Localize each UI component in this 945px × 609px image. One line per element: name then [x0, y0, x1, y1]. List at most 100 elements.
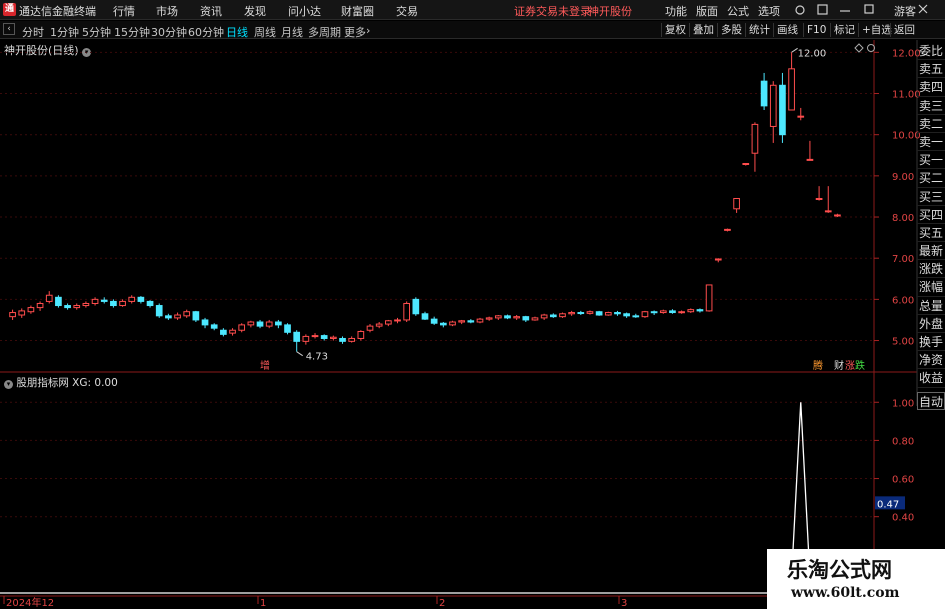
- quote-field-8[interactable]: 买三: [917, 188, 945, 206]
- price-axis-label: 5.00: [892, 337, 914, 348]
- candle-body: [192, 311, 200, 321]
- candle-body: [73, 305, 81, 309]
- quote-field-1[interactable]: 卖五: [917, 60, 945, 79]
- quote-field-10[interactable]: 买五: [917, 224, 945, 243]
- candle-body: [549, 314, 557, 318]
- quote-field-11[interactable]: 最新: [917, 242, 945, 261]
- quote-field-3[interactable]: 卖三: [917, 97, 945, 115]
- candle-body: [522, 316, 530, 321]
- quote-field-16[interactable]: 换手: [917, 333, 945, 352]
- candle-body: [348, 337, 356, 342]
- diamond-icon: [854, 43, 864, 53]
- event-mark-1: 财: [834, 359, 844, 372]
- candle-body: [210, 324, 218, 329]
- candle-body: [220, 329, 227, 335]
- candle-body: [100, 299, 108, 302]
- candle-body: [320, 335, 328, 339]
- candle-body: [265, 321, 273, 327]
- candle-body: [36, 302, 44, 309]
- price-axis-label: 9.00: [892, 172, 914, 183]
- candle-body: [696, 309, 704, 312]
- candle-body: [311, 335, 319, 338]
- candle-body: [9, 312, 16, 318]
- quote-field-18[interactable]: 收益: [917, 369, 945, 388]
- candle-body: [623, 313, 630, 317]
- ind-axis-label: 1.00: [892, 398, 914, 409]
- candle-body: [779, 84, 786, 136]
- candle-body: [742, 163, 750, 166]
- quote-field-17[interactable]: 净资: [917, 351, 945, 370]
- candle-body: [275, 321, 282, 326]
- candle-body: [824, 210, 832, 213]
- candle-body: [247, 321, 255, 326]
- quote-field-4[interactable]: 卖二: [917, 115, 945, 133]
- watermark-title: 乐淘公式网: [787, 557, 892, 582]
- candle-body: [467, 320, 475, 323]
- event-mark-0: 腾: [813, 359, 823, 372]
- quote-field-2[interactable]: 卖四: [917, 78, 945, 97]
- candle-body: [604, 312, 612, 316]
- time-axis-label: 1: [260, 598, 266, 609]
- candle-body: [531, 317, 539, 321]
- candle-body: [577, 312, 585, 315]
- xg-signal-line: [0, 402, 874, 594]
- candle-body: [504, 315, 511, 319]
- candle-body: [128, 296, 136, 302]
- quote-field-0[interactable]: 委比: [917, 42, 945, 61]
- candle-body: [650, 311, 658, 314]
- candle-body: [330, 336, 337, 339]
- candle-body: [110, 300, 117, 307]
- candle-body: [155, 305, 163, 317]
- candle-body: [494, 315, 502, 319]
- indicator-label[interactable]: ▾ 股朋指标网 XG: 0.00: [4, 375, 118, 390]
- quote-field-12[interactable]: 涨跌: [917, 260, 945, 279]
- candle-body: [146, 300, 154, 307]
- event-mark-2: 涨: [845, 360, 855, 372]
- candle-body: [357, 330, 365, 339]
- indicator-icon[interactable]: ▾: [4, 380, 13, 389]
- zeng-mark: 增: [260, 359, 270, 372]
- candle-body: [394, 319, 401, 322]
- watermark: 乐淘公式网 www.60lt.com: [767, 549, 945, 609]
- candle-body: [714, 258, 722, 261]
- quote-field-14[interactable]: 总量: [917, 297, 945, 315]
- candle-body: [568, 312, 575, 315]
- candle-body: [669, 310, 676, 314]
- quote-field-5[interactable]: 卖一: [917, 133, 945, 152]
- candle-body: [256, 321, 264, 327]
- candle-body: [733, 198, 740, 210]
- quote-field-7[interactable]: 买二: [917, 169, 945, 188]
- candle-body: [751, 123, 759, 154]
- candle-body: [174, 314, 181, 319]
- quote-field-6[interactable]: 买一: [917, 151, 945, 170]
- quote-field-9[interactable]: 买四: [917, 206, 945, 224]
- candle-body: [384, 320, 392, 325]
- candle-body: [540, 314, 548, 319]
- candle-body: [238, 324, 246, 331]
- candle-body: [119, 300, 126, 307]
- candle-body: [82, 302, 90, 307]
- candle-body: [724, 228, 731, 231]
- candle-body: [614, 312, 621, 315]
- candle-body: [412, 298, 420, 315]
- candle-body: [458, 320, 466, 323]
- quote-field-19[interactable]: 自动: [917, 391, 945, 410]
- ind-axis-label: 0.40: [892, 513, 914, 524]
- high-label: 12.00: [798, 48, 827, 59]
- watermark-url: www.60lt.com: [791, 585, 900, 601]
- candle-body: [476, 318, 484, 323]
- low-label: 4.73: [306, 352, 328, 363]
- candle-body: [201, 319, 209, 326]
- candle-body: [45, 294, 53, 302]
- candle-body: [678, 311, 685, 314]
- candle-body: [293, 331, 301, 342]
- candle-body: [302, 335, 310, 342]
- candle-body: [659, 310, 667, 314]
- time-axis-label: 2024年12: [6, 596, 54, 609]
- candle-body: [18, 310, 26, 316]
- low-marker: [296, 351, 303, 357]
- candle-body: [421, 313, 429, 320]
- candle-body: [806, 158, 814, 161]
- quote-field-13[interactable]: 涨幅: [917, 278, 945, 297]
- quote-field-15[interactable]: 外盘: [917, 315, 945, 333]
